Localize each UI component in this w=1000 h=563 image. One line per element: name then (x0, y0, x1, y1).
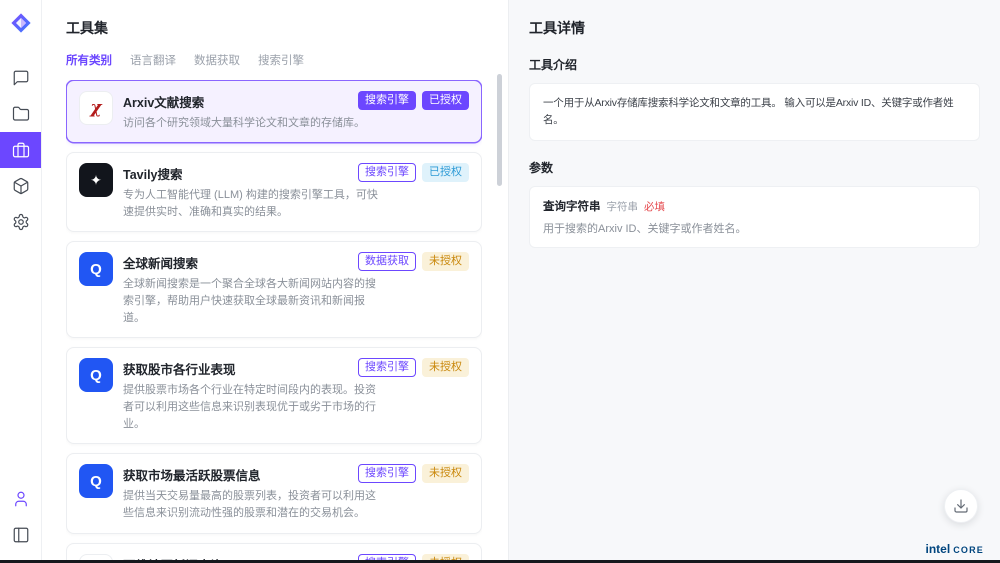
tool-badges: 数据获取 未授权 (358, 252, 469, 271)
detail-title: 工具详情 (529, 18, 980, 38)
params-section-title: 参数 (529, 159, 980, 176)
tool-description: 提供股票市场各个行业在特定时间段内的表现。投资者可以利用这些信息来识别表现优于或… (123, 382, 381, 433)
tool-detail-panel: 工具详情 工具介绍 一个用于从Arxiv存储库搜索科学论文和文章的工具。 输入可… (508, 0, 1000, 563)
panel-title: 工具集 (66, 18, 482, 38)
news-logo-icon: Q (79, 358, 113, 392)
category-badge: 搜索引擎 (358, 91, 416, 110)
sidebar-item-briefcase[interactable] (0, 132, 41, 168)
download-button[interactable] (944, 489, 978, 523)
tool-card[interactable]: χ Arxiv文献搜索 访问各个研究领域大量科学论文和文章的存储库。 搜索引擎 … (66, 80, 482, 143)
sidebar-item-panel[interactable] (0, 517, 41, 553)
sidebar-item-chat[interactable] (0, 60, 41, 96)
tool-badges: 搜索引擎 已授权 (358, 91, 469, 110)
icon-sidebar (0, 0, 42, 563)
tool-description: 全球新闻搜索是一个聚合全球各大新闻网站内容的搜索引擎，帮助用户快速获取全球最新资… (123, 276, 381, 327)
scrollbar-thumb[interactable] (497, 74, 502, 186)
category-badge: 搜索引擎 (358, 464, 416, 483)
sidebar-item-cube[interactable] (0, 168, 41, 204)
tavily-logo-icon: ✦ (79, 163, 113, 197)
tool-badges: 搜索引擎 未授权 (358, 464, 469, 483)
tool-description: 提供当天交易量最高的股票列表，投资者可以利用这些信息来识别流动性强的股票和潜在的… (123, 488, 381, 522)
panel-icon (12, 526, 30, 544)
auth-badge: 未授权 (422, 464, 469, 483)
briefcase-icon (12, 141, 30, 159)
tool-card[interactable]: Q 全球新闻搜索 全球新闻搜索是一个聚合全球各大新闻网站内容的搜索引擎，帮助用户… (66, 241, 482, 338)
tool-intro-card: 一个用于从Arxiv存储库搜索科学论文和文章的工具。 输入可以是Arxiv ID… (529, 83, 980, 141)
category-badge: 搜索引擎 (358, 358, 416, 377)
app-logo-icon (10, 12, 32, 34)
tool-intro-text: 一个用于从Arxiv存储库搜索科学论文和文章的工具。 输入可以是Arxiv ID… (543, 97, 953, 126)
tool-list: χ Arxiv文献搜索 访问各个研究领域大量科学论文和文章的存储库。 搜索引擎 … (66, 80, 482, 563)
tab-category-3[interactable]: 搜索引擎 (258, 52, 304, 68)
auth-badge: 已授权 (422, 163, 469, 182)
auth-badge: 未授权 (422, 358, 469, 377)
category-badge: 搜索引擎 (358, 163, 416, 182)
news-logo-icon: Q (79, 464, 113, 498)
tool-card[interactable]: ✦ Tavily搜索 专为人工智能代理 (LLM) 构建的搜索引擎工具，可快速提… (66, 152, 482, 232)
tool-description: 专为人工智能代理 (LLM) 构建的搜索引擎工具，可快速提供实时、准确和真实的结… (123, 187, 381, 221)
intro-section-title: 工具介绍 (529, 56, 980, 73)
param-name: 查询字符串 (543, 198, 601, 214)
tool-badges: 搜索引擎 未授权 (358, 358, 469, 377)
param-required-badge: 必填 (644, 199, 665, 214)
intel-core-logo: intel CORE (926, 542, 984, 556)
app-window: 工具集 所有类别语言翻译数据获取搜索引擎 χ Arxiv文献搜索 访问各个研究领… (0, 0, 1000, 563)
tool-card[interactable]: Q 获取股市各行业表现 提供股票市场各个行业在特定时间段内的表现。投资者可以利用… (66, 347, 482, 444)
sidebar-bottom (0, 481, 41, 553)
tab-category-2[interactable]: 数据获取 (194, 52, 240, 68)
download-icon (953, 498, 969, 514)
tool-card[interactable]: Q 获取市场最活跃股票信息 提供当天交易量最高的股票列表，投资者可以利用这些信息… (66, 453, 482, 533)
sidebar-nav (0, 60, 41, 240)
sidebar-item-gear[interactable] (0, 204, 41, 240)
news-logo-icon: Q (79, 252, 113, 286)
folder-icon (12, 105, 30, 123)
param-type: 字符串 (607, 199, 639, 214)
scrollbar (497, 74, 502, 557)
core-wordmark: CORE (953, 545, 984, 555)
param-header: 查询字符串 字符串 必填 (543, 198, 966, 214)
tool-list-panel: 工具集 所有类别语言翻译数据获取搜索引擎 χ Arxiv文献搜索 访问各个研究领… (42, 0, 508, 563)
user-icon (12, 490, 30, 508)
chat-icon (12, 69, 30, 87)
sidebar-item-folder[interactable] (0, 96, 41, 132)
tool-badges: 搜索引擎 已授权 (358, 163, 469, 182)
tab-category-1[interactable]: 语言翻译 (130, 52, 176, 68)
sidebar-item-user[interactable] (0, 481, 41, 517)
intel-wordmark: intel (926, 542, 951, 556)
tool-description: 访问各个研究领域大量科学论文和文章的存储库。 (123, 115, 381, 132)
auth-badge: 未授权 (422, 252, 469, 271)
tab-category-0[interactable]: 所有类别 (66, 52, 112, 68)
param-description: 用于搜索的Arxiv ID、关键字或作者姓名。 (543, 220, 966, 236)
category-badge: 数据获取 (358, 252, 416, 271)
category-tabs: 所有类别 语言翻译 数据获取 搜索引擎 (66, 52, 482, 68)
param-card: 查询字符串 字符串 必填 用于搜索的Arxiv ID、关键字或作者姓名。 (529, 186, 980, 248)
cube-icon (12, 177, 30, 195)
arxiv-logo-icon: χ (79, 91, 113, 125)
auth-badge: 已授权 (422, 91, 469, 110)
gear-icon (12, 213, 30, 231)
